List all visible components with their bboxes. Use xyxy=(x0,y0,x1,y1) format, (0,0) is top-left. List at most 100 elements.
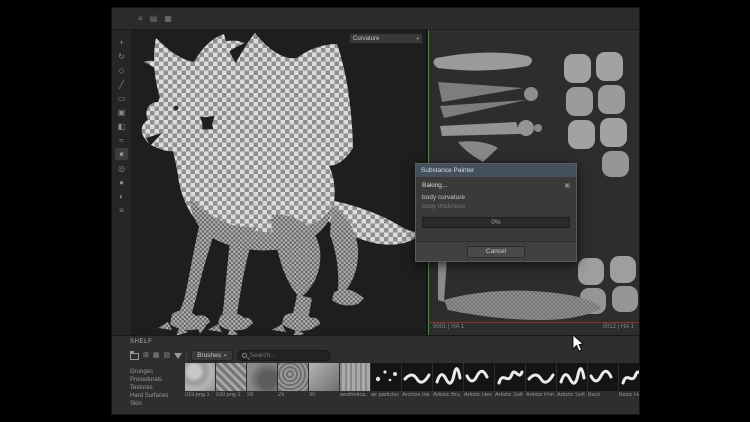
shelf-item[interactable]: 29 xyxy=(278,363,308,403)
shelf-item-grid: 019.png 1020.png 1282930aesthetica...air… xyxy=(185,363,639,403)
smudge-tool-icon[interactable]: ≈ xyxy=(115,134,128,146)
shelf-item[interactable]: Archive Inte... xyxy=(402,363,432,403)
shelf-category-list: GrungesProceduralsTexturesHard SurfacesS… xyxy=(130,368,182,408)
projection-tool-icon[interactable]: ▣ xyxy=(115,106,128,118)
toolbar-separator xyxy=(186,351,187,361)
scale-tool-icon[interactable]: ◇ xyxy=(115,64,128,76)
dialog-body: Baking... ▣ body curvature body thicknes… xyxy=(416,177,576,228)
shelf-item[interactable]: 020.png 1 xyxy=(216,363,246,403)
add-folder-icon[interactable]: ⊞ xyxy=(143,352,149,359)
clear-tool-icon[interactable]: × xyxy=(115,148,128,160)
shelf-item-label: Basic Hard... xyxy=(619,392,639,398)
screen-frame: ≡ ▤ ▦ + ↻ ◇ ╱ ▭ ▣ ◧ ≈ × ◎ ● ◐ ≡ xyxy=(0,0,750,422)
shelf-item[interactable]: Artistic Hea... xyxy=(464,363,494,403)
shelf-item[interactable]: aesthetica... xyxy=(340,363,370,403)
shelf-item-thumbnail xyxy=(464,363,494,391)
mouse-cursor xyxy=(572,334,584,352)
shelf-item[interactable]: 30 xyxy=(309,363,339,403)
shelf-category-grunges[interactable]: Grunges xyxy=(130,368,182,376)
dragon-model xyxy=(132,30,428,335)
grid-view-icon[interactable]: ▦ xyxy=(153,352,160,359)
shelf-item-label: Artistic Soft... xyxy=(557,392,585,398)
shelf-item-thumbnail xyxy=(557,363,587,391)
baking-dialog: Substance Painter Baking... ▣ body curva… xyxy=(415,163,577,262)
search-input[interactable] xyxy=(250,352,326,359)
cancel-button[interactable]: Cancel xyxy=(467,246,525,258)
shelf-item[interactable]: Artistic Bru... xyxy=(433,363,463,403)
shelf-title: SHELF xyxy=(130,339,152,345)
shelf-item-label: Back xyxy=(588,392,616,398)
uv-status-right: 0012 | HA 1 xyxy=(603,324,634,330)
shelf-category-textures[interactable]: Textures xyxy=(130,384,182,392)
substance-painter-window: ≡ ▤ ▦ + ↻ ◇ ╱ ▭ ▣ ◧ ≈ × ◎ ● ◐ ≡ xyxy=(112,8,639,414)
shelf-item-thumbnail xyxy=(619,363,639,391)
shelf-item-thumbnail xyxy=(278,363,308,391)
grid-icon[interactable]: ▦ xyxy=(164,15,172,23)
shelf-item-thumbnail xyxy=(340,363,370,391)
move-tool-icon[interactable]: + xyxy=(115,36,128,48)
shelf-item-label: Archive Inte... xyxy=(402,392,430,398)
category-dropdown[interactable]: Brushes ▾ xyxy=(191,350,232,361)
shelf-item-label: Artistic Hea... xyxy=(464,392,492,398)
shelf-item-label: 019.png 1 xyxy=(185,392,213,398)
filter-icon[interactable] xyxy=(174,353,182,359)
shelf-item-label: air particles xyxy=(371,392,399,398)
shelf-item[interactable]: Artistic Soft... xyxy=(495,363,525,403)
shelf-category-procedurals[interactable]: Procedurals xyxy=(130,376,182,384)
eraser-tool-icon[interactable]: ▭ xyxy=(115,92,128,104)
viewport-3d[interactable]: Curvature ▾ xyxy=(132,30,428,335)
shelf-item-thumbnail xyxy=(216,363,246,391)
shelf-item[interactable]: Basic Hard... xyxy=(619,363,639,403)
dialog-title: Substance Painter xyxy=(416,164,576,177)
search-box[interactable] xyxy=(237,350,331,361)
left-toolbar: + ↻ ◇ ╱ ▭ ▣ ◧ ≈ × ◎ ● ◐ ≡ xyxy=(112,30,132,335)
folder-icon[interactable] xyxy=(130,353,139,360)
shelf-item[interactable]: 28 xyxy=(247,363,277,403)
material-picker-tool-icon[interactable]: ● xyxy=(115,176,128,188)
panels-icon[interactable]: ▤ xyxy=(150,15,158,23)
shelf-item-label: Artistic Bru... xyxy=(433,392,461,398)
polygon-fill-tool-icon[interactable]: ◧ xyxy=(115,120,128,132)
shelf-panel: SHELF ⊞ ▦ ▤ Brushes ▾ GrungesProceduralsTe… xyxy=(112,335,639,414)
shelf-item-label: 29 xyxy=(278,392,306,398)
shelf-item-thumbnail xyxy=(309,363,339,391)
shelf-item[interactable]: Artistic Soft... xyxy=(557,363,587,403)
current-bake-task: body curvature xyxy=(422,194,570,201)
paint-brush-tool-icon[interactable]: ╱ xyxy=(115,78,128,90)
shelf-item[interactable]: Back xyxy=(588,363,618,403)
uv-axis-line-horizontal xyxy=(428,322,639,323)
shelf-item-label: 30 xyxy=(309,392,337,398)
dialog-footer: Cancel xyxy=(416,241,576,261)
list-view-icon[interactable]: ▤ xyxy=(164,352,171,359)
shelf-item[interactable]: air particles xyxy=(371,363,401,403)
chevron-down-icon: ▾ xyxy=(416,36,419,42)
shelf-item[interactable]: Artistic Prim... xyxy=(526,363,556,403)
top-toolbar: ≡ ▤ ▦ xyxy=(112,8,639,30)
shelf-item-thumbnail xyxy=(495,363,525,391)
shelf-category-skin[interactable]: Skin xyxy=(130,400,182,408)
settings-tool-icon[interactable]: ≡ xyxy=(115,204,128,216)
shelf-item-thumbnail xyxy=(433,363,463,391)
search-icon xyxy=(242,353,247,358)
shelf-item-thumbnail xyxy=(402,363,432,391)
rotate-tool-icon[interactable]: ↻ xyxy=(115,50,128,62)
clone-tool-icon[interactable]: ◎ xyxy=(115,162,128,174)
shelf-toolbar: ⊞ ▦ ▤ Brushes ▾ xyxy=(130,349,331,362)
shelf-item[interactable]: 019.png 1 xyxy=(185,363,215,403)
shelf-item-label: 020.png 1 xyxy=(216,392,244,398)
shelf-item-label: 28 xyxy=(247,392,275,398)
channel-dropdown[interactable]: Curvature ▾ xyxy=(349,33,423,44)
channel-dropdown-value: Curvature xyxy=(353,36,379,42)
menu-icon[interactable]: ≡ xyxy=(138,15,143,23)
shelf-item-label: Artistic Prim... xyxy=(526,392,554,398)
shelf-item-thumbnail xyxy=(371,363,401,391)
uv-status-left: 0001 | HA 1 xyxy=(433,324,464,330)
shelf-category-hard-surfaces[interactable]: Hard Surfaces xyxy=(130,392,182,400)
uv-status-bar: 0001 | HA 1 0012 | HA 1 xyxy=(430,324,637,330)
progress-bar: 0% xyxy=(422,217,570,228)
category-dropdown-value: Brushes xyxy=(197,352,221,359)
shelf-item-label: Artistic Soft... xyxy=(495,392,523,398)
shelf-item-label: aesthetica... xyxy=(340,392,368,398)
next-bake-task: body thickness xyxy=(422,203,570,210)
mask-tool-icon[interactable]: ◐ xyxy=(115,190,128,202)
